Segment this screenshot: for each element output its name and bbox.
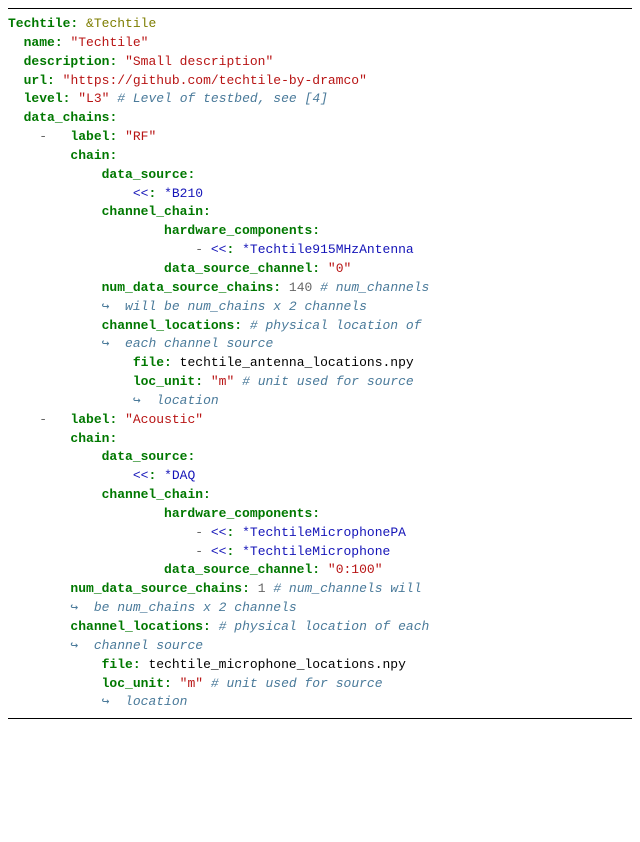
item2-merge2: << [211,525,227,540]
data-chains-key: data_chains [24,110,110,125]
item2-dsc-key: data_source_channel [164,562,312,577]
root-key: Techtile [8,16,70,31]
item2-merge: << [133,468,149,483]
item1-label-val: "RF" [125,129,156,144]
item1-chloc-key: channel_locations [102,318,235,333]
item1-ds-key: data_source [102,167,188,182]
cont-arrow: ↪ [133,393,141,408]
item1-merge2: << [211,242,227,257]
item1-file-key: file [133,355,164,370]
item2-numchains-comment: # num_channels will [273,581,421,596]
item2-merge3: << [211,544,227,559]
item2-hw-key: hardware_components [164,506,312,521]
root-anchor: &Techtile [86,16,156,31]
item2-locunit-comment: # unit used for source [211,676,383,691]
name-key: name [24,35,55,50]
item2-ds-key: data_source [102,449,188,464]
item2-micpa: *TechtileMicrophonePA [242,525,406,540]
item1-chloc-comment: # physical location of [250,318,422,333]
item1-chloc-cont: each channel source [109,336,273,351]
item1-locunit-key: loc_unit [133,374,195,389]
level-comment: # Level of testbed, see [4] [117,91,328,106]
name-val: "Techtile" [70,35,148,50]
item2-locunit-val: "m" [180,676,203,691]
item1-label-key: label [70,129,109,144]
item2-numchains-cont: be num_chains x 2 channels [78,600,296,615]
item2-numchains-val: 1 [258,581,266,596]
item2-numchains-key: num_data_source_chains [70,581,242,596]
item2-mic: *TechtileMicrophone [242,544,390,559]
item2-file-val: techtile_microphone_locations.npy [148,657,405,672]
yaml-code-block: Techtile: &Techtile name: "Techtile" des… [8,8,632,719]
level-val: "L3" [78,91,109,106]
url-val: "https://github.com/techtile-by-dramco" [63,73,367,88]
item2-label-val: "Acoustic" [125,412,203,427]
item1-file-val: techtile_antenna_locations.npy [180,355,414,370]
item2-locunit-key: loc_unit [102,676,164,691]
description-key: description [24,54,110,69]
item2-chain-key: chain [70,431,109,446]
item1-locunit-comment: # unit used for source [242,374,414,389]
item2-label-key: label [70,412,109,427]
item1-dsc-key: data_source_channel [164,261,312,276]
item2-dsc-val: "0:100" [328,562,383,577]
item2-chloc-cont: channel source [78,638,203,653]
item1-hw-key: hardware_components [164,223,312,238]
description-val: "Small description" [125,54,273,69]
item2-locunit-cont: location [109,694,187,709]
item2-chloc-comment: # physical location of each [219,619,430,634]
item1-locunit-val: "m" [211,374,234,389]
item1-numchains-comment: # num_channels [320,280,429,295]
item1-merge: << [133,186,149,201]
item2-chloc-key: channel_locations [70,619,203,634]
level-key: level [24,91,63,106]
item2-cc-key: channel_chain [102,487,203,502]
item1-numchains-val: 140 [289,280,312,295]
url-key: url [24,73,47,88]
item1-antenna: *Techtile915MHzAntenna [242,242,414,257]
item1-locunit-cont: location [141,393,219,408]
item2-file-key: file [102,657,133,672]
item1-b210: *B210 [164,186,203,201]
item1-chain-key: chain [70,148,109,163]
item1-numchains-cont: will be num_chains x 2 channels [109,299,366,314]
item1-dsc-val: "0" [328,261,351,276]
item2-daq: *DAQ [164,468,195,483]
item1-numchains-key: num_data_source_chains [102,280,274,295]
item1-cc-key: channel_chain [102,204,203,219]
